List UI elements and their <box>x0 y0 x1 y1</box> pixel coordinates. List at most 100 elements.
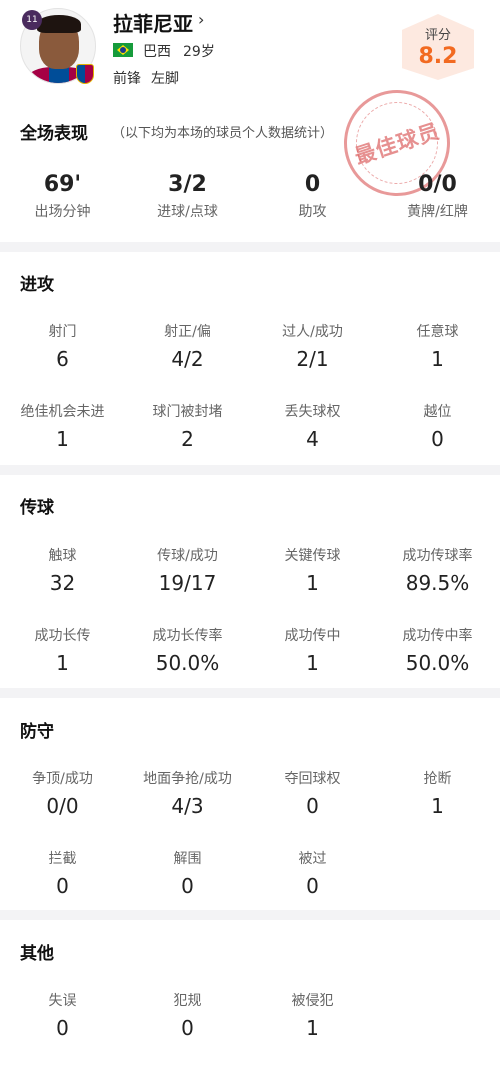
stat-value: 6 <box>56 347 69 371</box>
stat-label: 出场分钟 <box>34 204 91 220</box>
stat-label: 触球 <box>48 548 77 564</box>
stat-label: 失误 <box>48 993 77 1009</box>
stat-label: 拦截 <box>48 851 77 867</box>
stat-label: 黄牌/红牌 <box>407 204 468 220</box>
player-nation: 巴西 <box>143 44 171 60</box>
player-age: 29岁 <box>183 44 215 60</box>
stat-value: 0/0 <box>418 172 457 197</box>
stat-value: 19/17 <box>158 571 217 595</box>
attack-stat-big-chances-missed: 绝佳机会未进 1 <box>0 401 125 451</box>
summary-stat-assists: 0 助攻 <box>250 172 375 221</box>
player-foot: 左脚 <box>151 71 179 87</box>
stat-label: 传球/成功 <box>157 548 218 564</box>
stat-label: 被侵犯 <box>291 993 334 1009</box>
passing-stat-cross-rate: 成功传中率 50.0% <box>375 625 500 675</box>
stat-value: 1 <box>431 347 444 371</box>
stat-label: 过人/成功 <box>282 324 343 340</box>
summary-stat-minutes: 69' 出场分钟 <box>0 172 125 221</box>
player-name[interactable]: 拉菲尼亚 <box>113 8 193 37</box>
stat-label: 被过 <box>298 851 327 867</box>
passing-stat-pass-accuracy: 成功传球率 89.5% <box>375 545 500 595</box>
stat-label: 射门 <box>48 324 77 340</box>
attack-stat-shots: 射门 6 <box>0 321 125 371</box>
passing-stat-crosses: 成功传中 1 <box>250 625 375 675</box>
player-position: 前锋 <box>113 71 141 87</box>
brazil-flag-icon <box>113 43 133 57</box>
passing-stat-long-balls: 成功长传 1 <box>0 625 125 675</box>
attack-stat-blocked-shots: 球门被封堵 2 <box>125 401 250 451</box>
stat-value: 3/2 <box>168 172 207 197</box>
other-title: 其他 <box>20 944 54 964</box>
stat-label: 绝佳机会未进 <box>20 404 105 420</box>
attack-stat-on-off-target: 射正/偏 4/2 <box>125 321 250 371</box>
stat-value: 4/3 <box>171 794 204 818</box>
stat-value: 0/0 <box>46 794 79 818</box>
defense-stat-aerials: 争顶/成功 0/0 <box>0 768 125 818</box>
club-crest-icon <box>76 64 94 84</box>
stat-value: 0 <box>306 874 319 898</box>
stat-value: 0 <box>431 427 444 451</box>
summary-title: 全场表现 <box>20 124 88 144</box>
defense-title: 防守 <box>20 722 54 742</box>
defense-stat-ground-duels: 地面争抢/成功 4/3 <box>125 768 250 818</box>
stat-value: 69' <box>43 172 82 197</box>
passing-stat-touches: 触球 32 <box>0 545 125 595</box>
defense-stat-dribbled-past: 被过 0 <box>250 848 375 898</box>
passing-stat-passes: 传球/成功 19/17 <box>125 545 250 595</box>
passing-stat-long-ball-rate: 成功长传率 50.0% <box>125 625 250 675</box>
stat-label: 射正/偏 <box>164 324 211 340</box>
rating-value: 8.2 <box>418 44 458 69</box>
stat-value: 4/2 <box>171 347 204 371</box>
stat-label: 成功传中率 <box>402 628 473 644</box>
attack-stat-possession-lost: 丢失球权 4 <box>250 401 375 451</box>
stat-value: 1 <box>306 571 319 595</box>
stat-label: 夺回球权 <box>284 771 341 787</box>
stat-value: 4 <box>306 427 319 451</box>
stat-label: 地面争抢/成功 <box>143 771 232 787</box>
section-divider <box>0 465 500 475</box>
attack-stat-free-kicks: 任意球 1 <box>375 321 500 371</box>
defense-stat-tackles: 抢断 1 <box>375 768 500 818</box>
other-stat-was-fouled: 被侵犯 1 <box>250 990 375 1040</box>
stat-value: 0 <box>56 874 69 898</box>
defense-stat-clearances: 解围 0 <box>125 848 250 898</box>
summary-stat-goals: 3/2 进球/点球 <box>125 172 250 221</box>
stat-label: 进球/点球 <box>157 204 218 220</box>
stat-label: 助攻 <box>298 204 327 220</box>
stat-value: 1 <box>431 794 444 818</box>
summary-note: （以下均为本场的球员个人数据统计） <box>112 126 334 141</box>
defense-stat-recoveries: 夺回球权 0 <box>250 768 375 818</box>
stat-value: 50.0% <box>405 651 470 675</box>
stat-value: 2/1 <box>296 347 329 371</box>
stat-label: 犯规 <box>173 993 202 1009</box>
other-stat-fouls: 犯规 0 <box>125 990 250 1040</box>
passing-stat-key-passes: 关键传球 1 <box>250 545 375 595</box>
stat-value: 0 <box>306 794 319 818</box>
stat-value: 0 <box>181 874 194 898</box>
stat-label: 成功传中 <box>284 628 341 644</box>
other-stat-errors: 失误 0 <box>0 990 125 1040</box>
stat-value: 1 <box>306 651 319 675</box>
stat-label: 任意球 <box>416 324 459 340</box>
stat-value: 1 <box>306 1016 319 1040</box>
shirt-number-badge: 11 <box>22 10 42 30</box>
chevron-right-icon[interactable]: › <box>198 10 204 29</box>
stat-label: 成功传球率 <box>402 548 473 564</box>
rating-label: 评分 <box>424 28 451 43</box>
stat-label: 关键传球 <box>284 548 341 564</box>
stat-value: 1 <box>56 651 69 675</box>
stat-value: 32 <box>49 571 76 595</box>
avatar-hair <box>37 15 81 33</box>
stat-value: 0 <box>181 1016 194 1040</box>
attack-title: 进攻 <box>20 275 54 295</box>
passing-title: 传球 <box>20 498 54 518</box>
attack-stat-offsides: 越位 0 <box>375 401 500 451</box>
stat-label: 成功长传 <box>34 628 91 644</box>
flag-circle <box>120 47 126 53</box>
section-divider <box>0 242 500 252</box>
stat-label: 争顶/成功 <box>32 771 93 787</box>
section-divider <box>0 688 500 698</box>
section-divider <box>0 910 500 920</box>
stat-label: 解围 <box>173 851 202 867</box>
stat-value: 1 <box>56 427 69 451</box>
